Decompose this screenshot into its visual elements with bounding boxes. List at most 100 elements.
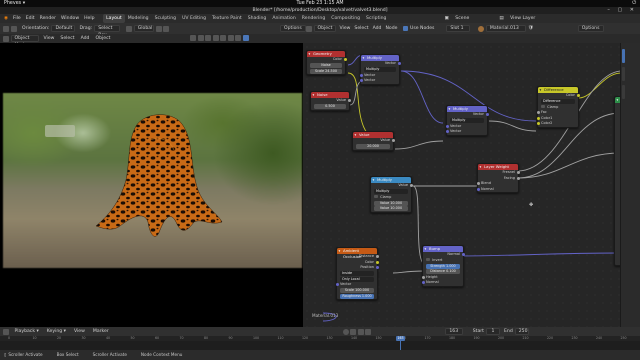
input-socket[interactable]: [445, 130, 449, 134]
material-slot-dropdown[interactable]: Slot 1: [446, 25, 471, 32]
node-ao-roughness[interactable]: Roughness 1.000: [340, 293, 374, 299]
orientation-dropdown[interactable]: Default: [51, 25, 76, 32]
snap-icon[interactable]: [155, 25, 162, 32]
node-multiply-2[interactable]: Multiply Vector Multiply Vector Vector: [445, 105, 489, 136]
node-editor-type-icon[interactable]: [306, 25, 312, 32]
output-socket[interactable]: [343, 58, 347, 62]
jump-start-icon[interactable]: [350, 328, 357, 335]
timeline-menu-marker[interactable]: Marker: [93, 329, 109, 334]
tab-sculpting[interactable]: Sculpting: [152, 14, 179, 23]
xray-icon[interactable]: [212, 35, 219, 41]
sidebar-tab-node[interactable]: [622, 49, 625, 63]
output-socket[interactable]: [516, 176, 520, 180]
node-noise-value-field[interactable]: 0.500: [314, 104, 346, 109]
node-ambient-occlusion[interactable]: Ambient Occlusion Distance Color Positio…: [335, 247, 379, 300]
output-socket[interactable]: [576, 94, 580, 98]
output-socket[interactable]: [485, 113, 489, 117]
shading-wireframe-icon[interactable]: [220, 35, 226, 41]
menu-file[interactable]: File: [11, 14, 24, 23]
node-multiply-3[interactable]: Multiply Value Multiply Clamp Value 10.0…: [370, 176, 413, 213]
node-difference[interactable]: Difference Color Difference Clamp Fac Co…: [536, 86, 580, 128]
playhead[interactable]: 163: [396, 336, 405, 341]
jump-end-icon[interactable]: [365, 328, 372, 335]
visibility-icon[interactable]: [190, 35, 196, 41]
node-geometry-noise-field[interactable]: Noise: [310, 63, 342, 68]
invert-checkbox[interactable]: [426, 257, 430, 262]
node-value-field[interactable]: 20.000: [356, 144, 390, 149]
record-icon[interactable]: [342, 328, 349, 335]
current-frame-field[interactable]: 163: [444, 328, 463, 335]
input-socket[interactable]: [359, 73, 363, 77]
node-multiply-3-clamp[interactable]: Clamp: [371, 195, 411, 201]
use-nodes-checkbox[interactable]: [403, 26, 409, 31]
proportional-edit-icon[interactable]: [163, 25, 170, 32]
clamp-checkbox[interactable]: [374, 194, 378, 199]
output-socket[interactable]: [516, 171, 520, 175]
output-socket[interactable]: [375, 266, 379, 270]
node-bump[interactable]: Bump Normal Invert Strength 1.000 Distan…: [421, 245, 465, 287]
gizmo-icon[interactable]: [197, 35, 204, 41]
leopard-ghost-mesh[interactable]: [90, 110, 230, 250]
timeline-menu-view[interactable]: View: [74, 329, 85, 334]
node-value[interactable]: Value Value 20.000: [352, 131, 395, 151]
output-socket[interactable]: [391, 139, 395, 143]
sidebar-tab-view[interactable]: [622, 85, 625, 99]
node-multiply-3-value-a[interactable]: Value 10.000: [374, 200, 408, 206]
play-icon[interactable]: [357, 328, 364, 335]
viewport-menu-add[interactable]: Add: [81, 36, 90, 41]
menu-render[interactable]: Render: [37, 14, 58, 23]
input-socket[interactable]: [359, 79, 363, 83]
shading-rendered-icon[interactable]: [242, 35, 249, 41]
viewport-menu-select[interactable]: Select: [60, 36, 74, 41]
start-frame-field[interactable]: 1: [486, 328, 500, 335]
scene-selector[interactable]: ▣ Scene: [439, 14, 474, 23]
input-socket[interactable]: [476, 182, 480, 186]
viewport-editor-icon[interactable]: [3, 35, 9, 42]
timeline-menu-keying[interactable]: Keying ▾: [47, 329, 66, 334]
input-socket[interactable]: [445, 124, 449, 128]
node-menu-select[interactable]: Select: [354, 26, 368, 31]
transform-orientation-dropdown[interactable]: Global: [133, 25, 154, 32]
overlay-icon[interactable]: [205, 35, 211, 41]
tab-rendering[interactable]: Rendering: [299, 14, 328, 23]
timeline-editor-icon[interactable]: [3, 328, 9, 335]
tab-scripting[interactable]: Scripting: [363, 14, 389, 23]
os-clock[interactable]: Tue Feb 23 1:15 AM: [0, 0, 640, 7]
node-multiply-3-operation[interactable]: Multiply: [374, 189, 408, 194]
output-socket[interactable]: [375, 260, 379, 264]
output-socket[interactable]: [375, 255, 379, 259]
select-mode-icon[interactable]: [10, 25, 17, 32]
viewport-menu-object[interactable]: Object: [95, 36, 110, 41]
node-ao-only-local[interactable]: Only Local: [340, 276, 374, 282]
tab-animation[interactable]: Animation: [269, 14, 298, 23]
node-bump-distance[interactable]: Distance 0.100: [426, 269, 460, 274]
clamp-checkbox[interactable]: [541, 104, 545, 109]
node-geometry[interactable]: Geometry Color Noise Scale 24.500: [306, 50, 347, 75]
node-menu-view[interactable]: View: [340, 26, 351, 31]
input-socket[interactable]: [421, 281, 425, 285]
node-bump-invert[interactable]: Invert: [423, 258, 463, 264]
node-noise[interactable]: Noise Value 0.500: [310, 91, 351, 111]
node-difference-blend-mode[interactable]: Difference: [541, 99, 575, 104]
tab-uv-editing[interactable]: UV Editing: [179, 14, 209, 23]
tab-texture-paint[interactable]: Texture Paint: [209, 14, 245, 23]
output-socket[interactable]: [347, 99, 351, 103]
input-socket[interactable]: [536, 111, 540, 115]
shading-solid-icon[interactable]: [227, 35, 234, 41]
node-multiply-2-operation[interactable]: Multiply: [450, 118, 484, 123]
node-layer-weight[interactable]: Layer Weight Fresnel Facing Blend Normal: [476, 163, 520, 193]
node-bump-strength[interactable]: Strength 1.000: [426, 263, 460, 269]
window-controls[interactable]: – ▢ ✕: [607, 7, 637, 14]
menu-help[interactable]: Help: [82, 14, 97, 23]
input-socket[interactable]: [421, 275, 425, 279]
editor-type-icon[interactable]: [3, 25, 9, 32]
mode-dropdown[interactable]: Object Mode: [10, 35, 39, 48]
node-geometry-scale-field[interactable]: Scale 24.500: [310, 68, 342, 74]
end-frame-field[interactable]: 250: [514, 328, 529, 335]
tab-layout[interactable]: Layout: [103, 14, 125, 23]
node-ao-scale[interactable]: Scale 100.000: [340, 288, 374, 293]
material-name-field[interactable]: Material.013: [485, 25, 526, 32]
viewport-options-dropdown[interactable]: Options: [280, 25, 306, 32]
node-ao-inside[interactable]: Inside: [340, 271, 374, 276]
viewport-menu-view[interactable]: View: [44, 36, 55, 41]
